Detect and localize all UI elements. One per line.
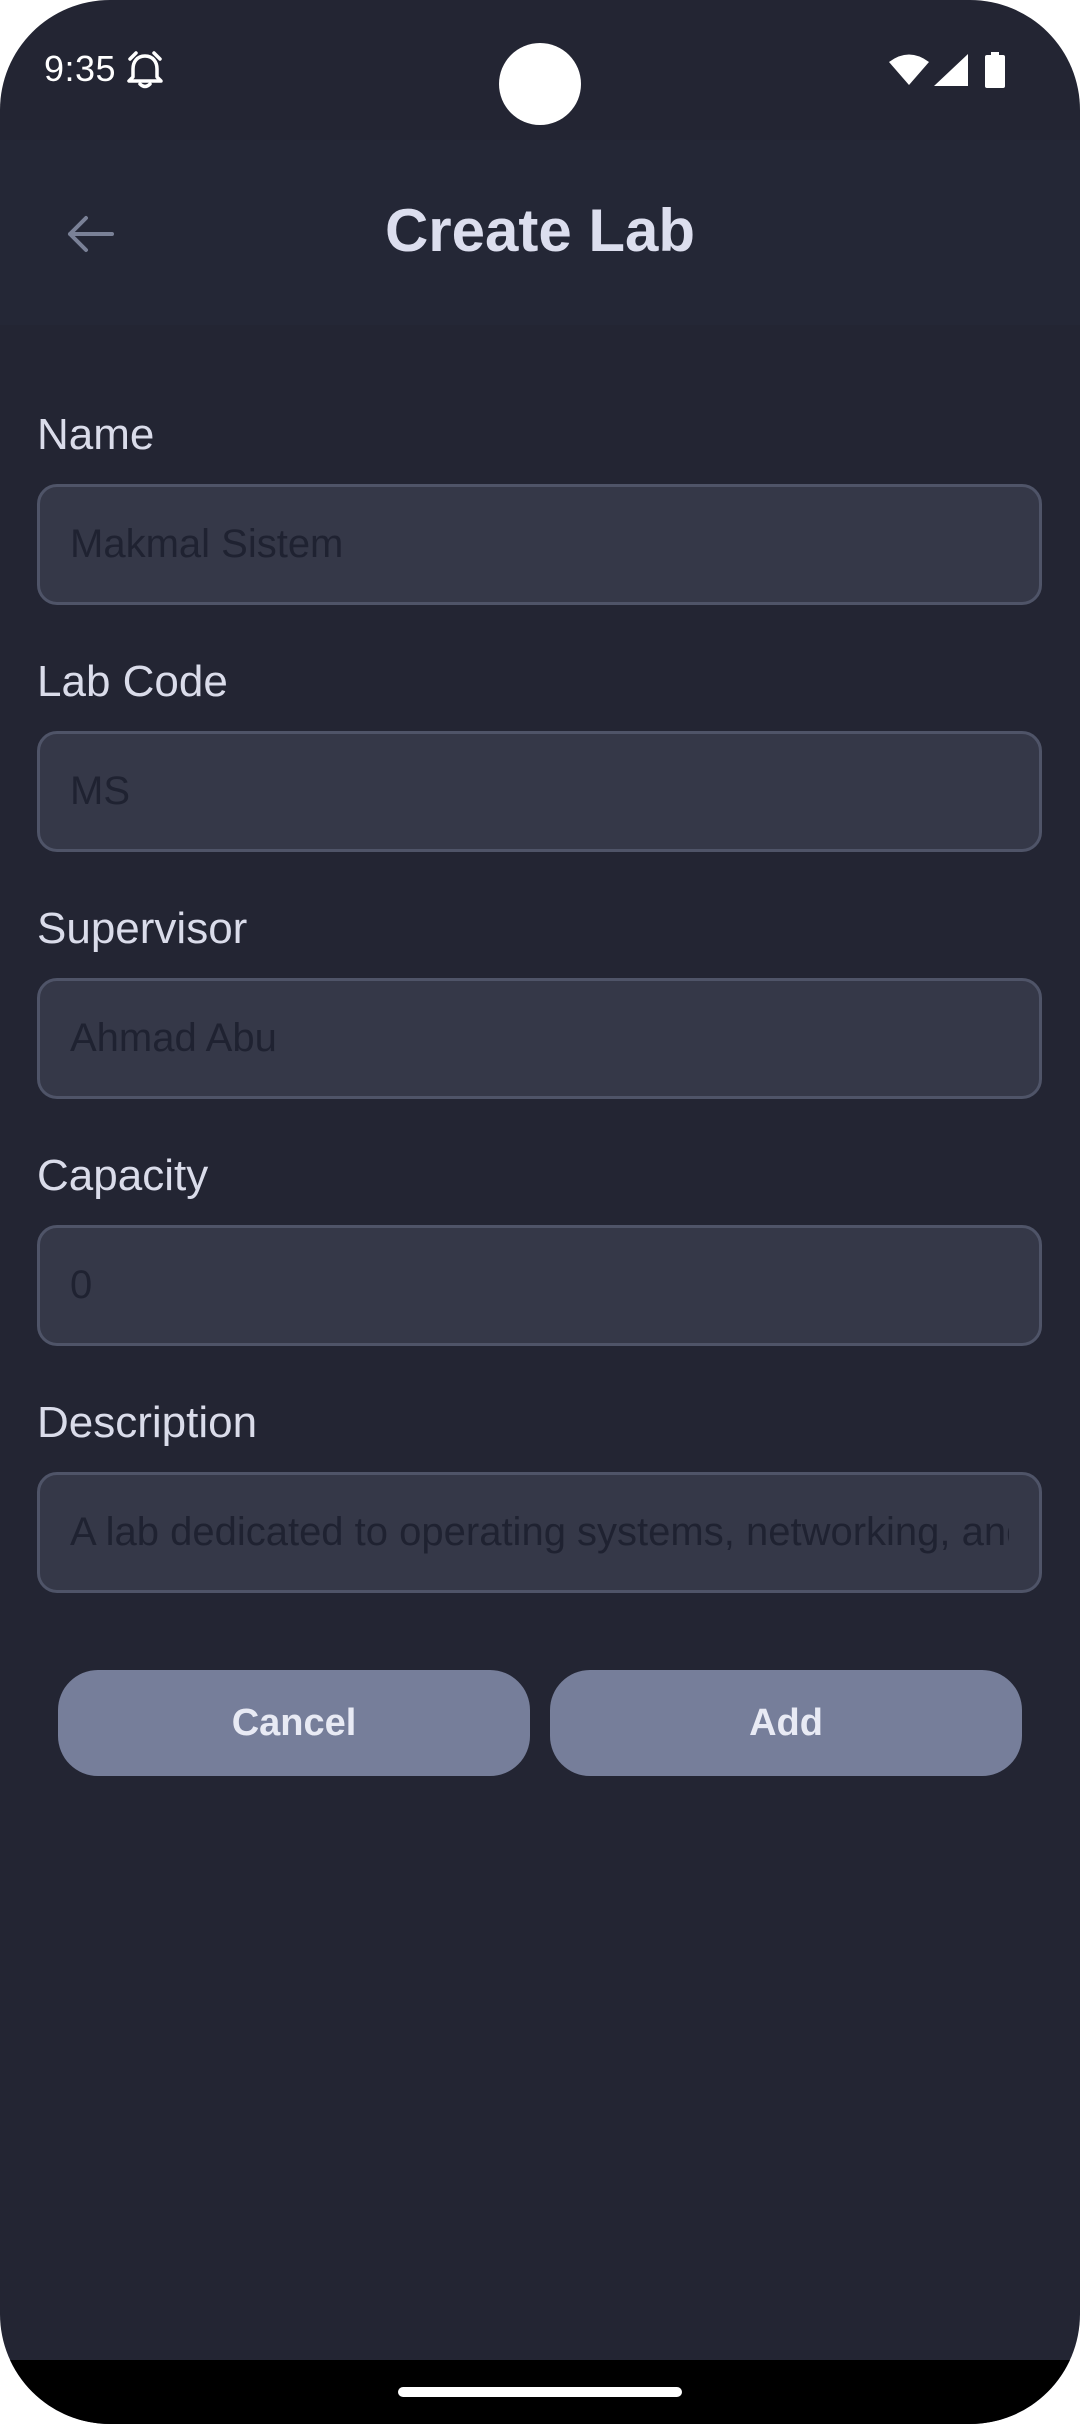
home-indicator[interactable] [398, 2387, 682, 2397]
alarm-icon [127, 51, 163, 89]
camera-cutout [499, 43, 581, 125]
screen: 9:35 Create Lab Name Lab Code Super [0, 0, 1080, 2424]
signal-icon [934, 54, 968, 86]
page-title: Create Lab [384, 197, 696, 264]
wifi-icon [889, 54, 929, 85]
lab-code-input[interactable] [37, 731, 1042, 852]
name-label: Name [37, 410, 155, 459]
status-time: 9:35 [44, 48, 117, 89]
lab-code-label: Lab Code [37, 657, 228, 706]
capacity-label: Capacity [37, 1151, 209, 1200]
name-input[interactable] [37, 484, 1042, 605]
cancel-button[interactable]: Cancel [58, 1670, 530, 1776]
status-bar: 9:35 [0, 0, 1080, 140]
app-bar: Create Lab [0, 140, 1080, 325]
battery-icon [985, 52, 1005, 88]
description-label: Description [37, 1398, 258, 1447]
description-input[interactable] [37, 1472, 1042, 1593]
supervisor-label: Supervisor [37, 904, 248, 953]
capacity-input[interactable] [37, 1225, 1042, 1346]
add-button[interactable]: Add [550, 1670, 1022, 1776]
supervisor-input[interactable] [37, 978, 1042, 1099]
